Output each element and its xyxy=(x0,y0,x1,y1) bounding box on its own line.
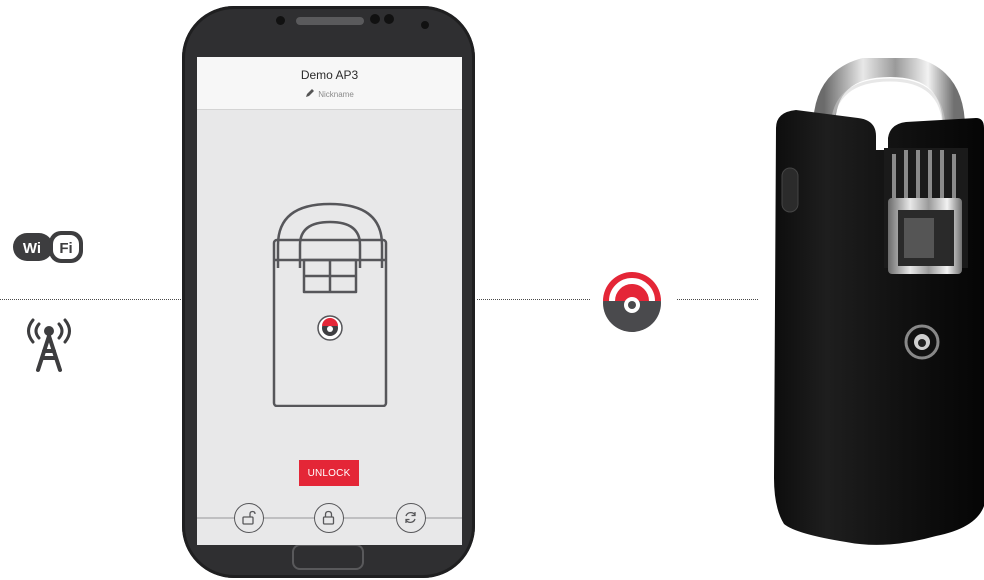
svg-text:Fi: Fi xyxy=(59,240,72,257)
unlocked-padlock-icon xyxy=(242,510,256,525)
phone-sensor xyxy=(421,21,429,29)
sync-button[interactable] xyxy=(396,503,426,533)
device-name-title: Demo AP3 xyxy=(300,68,359,82)
phone-camera xyxy=(384,14,394,24)
phone-camera xyxy=(370,14,380,24)
connection-line-middle xyxy=(477,299,590,300)
sync-icon xyxy=(405,511,416,524)
unlock-button[interactable]: UNLOCK xyxy=(299,460,359,486)
unlock-mode-button[interactable] xyxy=(234,503,264,533)
connection-line-right xyxy=(677,299,758,300)
padlock-illustration xyxy=(270,200,390,408)
nickname-edit[interactable]: Nickname xyxy=(197,88,462,99)
phone-sensor xyxy=(276,16,285,25)
locked-padlock-icon xyxy=(322,510,335,525)
svg-text:Wi: Wi xyxy=(23,240,41,257)
connection-line-left xyxy=(0,299,197,300)
nickname-label: Nickname xyxy=(318,90,354,99)
wifi-badge-icon: Wi Fi xyxy=(11,227,85,267)
pencil-icon xyxy=(305,88,315,98)
lock-button[interactable] xyxy=(314,503,344,533)
smart-padlock-product xyxy=(766,54,984,550)
phone-home-button[interactable] xyxy=(292,544,364,570)
app-header: Demo AP3 Nickname xyxy=(197,57,462,110)
radio-tower-icon xyxy=(22,318,76,374)
brand-logo-icon xyxy=(601,272,663,334)
phone-speaker xyxy=(296,17,364,25)
app-screen: Demo AP3 Nickname UNLOCK xyxy=(197,57,462,545)
